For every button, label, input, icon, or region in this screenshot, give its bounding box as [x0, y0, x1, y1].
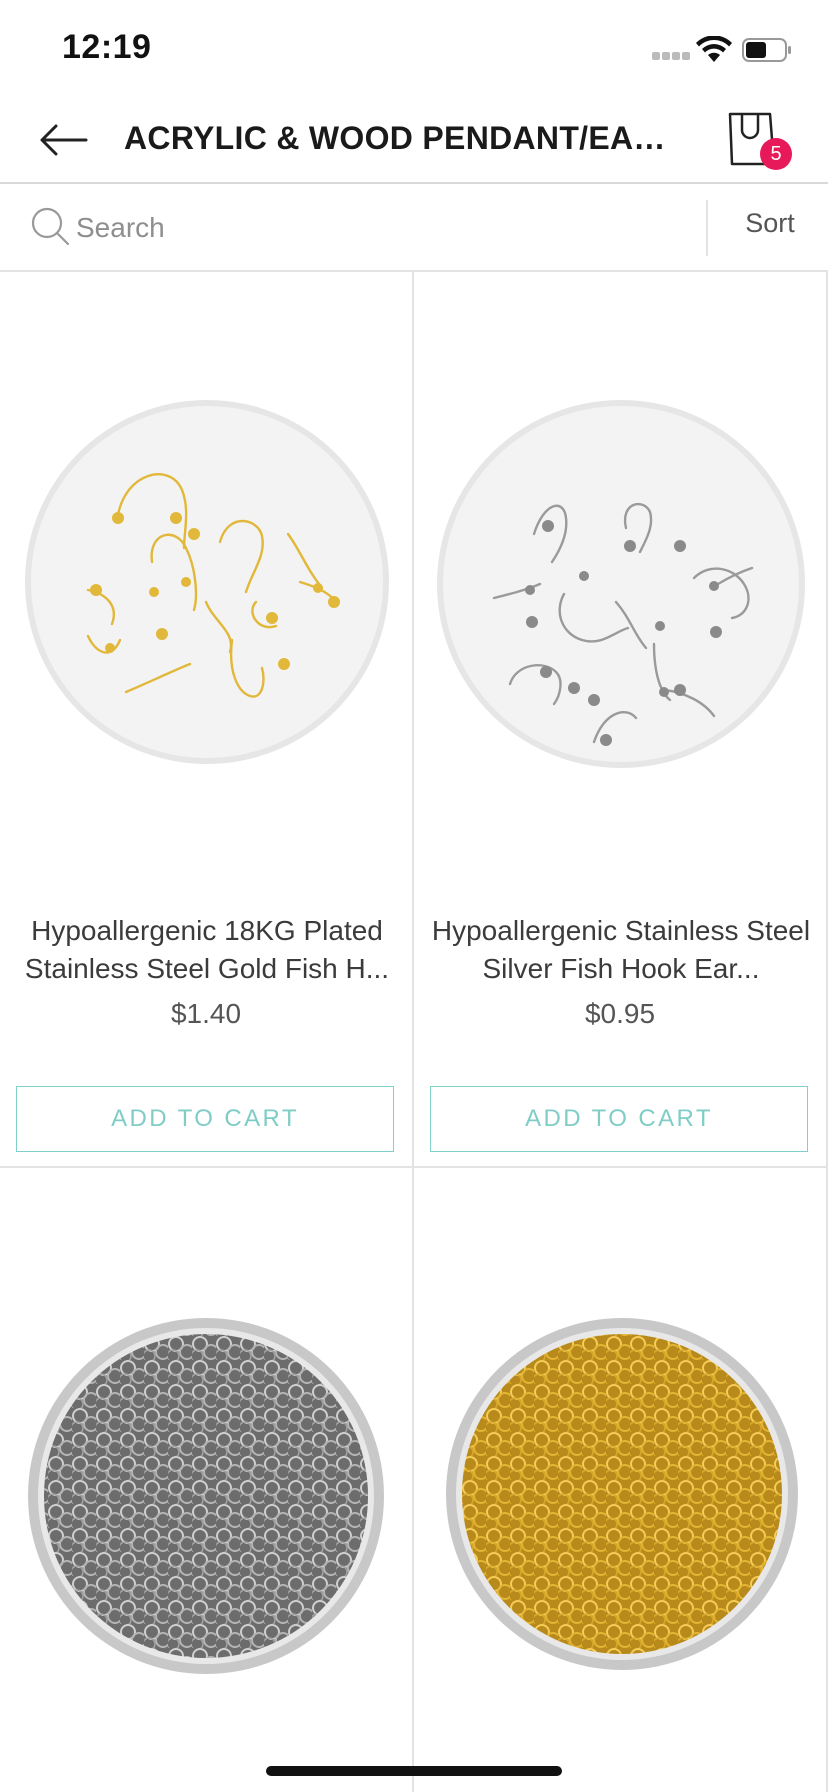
cart-button[interactable]: 5: [726, 110, 796, 174]
product-card[interactable]: [0, 1168, 414, 1792]
product-card[interactable]: Hypoallergenic 18KG Plated Stainless Ste…: [0, 272, 414, 1168]
nav-header: ACRYLIC & WOOD PENDANT/EARRI... 5: [0, 96, 828, 184]
gold-jump-rings-image[interactable]: [414, 1168, 826, 1788]
product-name[interactable]: Hypoallergenic Stainless Steel Silver Fi…: [426, 912, 816, 988]
product-card[interactable]: [414, 1168, 828, 1792]
status-time: 12:19: [62, 28, 152, 66]
home-indicator[interactable]: [266, 1766, 562, 1776]
battery-icon: [742, 38, 791, 62]
back-button[interactable]: [34, 118, 94, 162]
product-price: $0.95: [584, 998, 656, 1029]
add-to-cart-button[interactable]: ADD TO CART: [16, 1086, 394, 1152]
search-bar: Sort: [0, 184, 828, 272]
page-title: ACRYLIC & WOOD PENDANT/EARRI...: [124, 120, 684, 156]
cellular-signal-icon: [652, 52, 690, 62]
search-divider: [706, 200, 708, 256]
product-price: $1.40: [170, 998, 242, 1029]
arrow-left-icon: [40, 124, 88, 156]
status-bar: 12:19: [0, 0, 828, 96]
search-input[interactable]: [76, 204, 676, 252]
sort-button[interactable]: Sort: [720, 208, 820, 239]
silver-jump-rings-image[interactable]: [0, 1168, 412, 1788]
gold-fish-hook-earwires-image[interactable]: [0, 272, 412, 892]
add-to-cart-button[interactable]: ADD TO CART: [430, 1086, 808, 1152]
search-icon: [31, 207, 70, 246]
cart-count-badge: 5: [760, 138, 792, 170]
product-card[interactable]: Hypoallergenic Stainless Steel Silver Fi…: [414, 272, 828, 1168]
silver-fish-hook-earwires-image[interactable]: [414, 272, 826, 892]
product-name[interactable]: Hypoallergenic 18KG Plated Stainless Ste…: [12, 912, 402, 988]
wifi-icon: [696, 36, 732, 62]
